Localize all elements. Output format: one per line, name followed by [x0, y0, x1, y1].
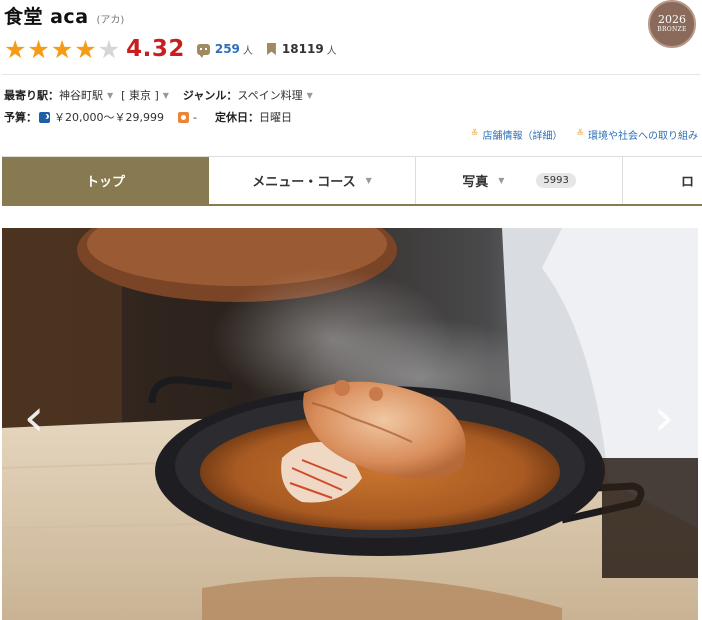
main-photo[interactable]: ‹ ›	[2, 228, 698, 620]
comment-icon	[196, 43, 210, 58]
divider	[2, 74, 700, 75]
star-icon: ★	[50, 34, 74, 64]
chevron-down-icon[interactable]: ▼	[107, 91, 113, 100]
bookmark-count-link[interactable]: 18119 人	[266, 42, 337, 57]
genre-link[interactable]: スペイン料理	[237, 87, 302, 103]
sun-icon	[177, 111, 189, 123]
info-row-access: 最寄り駅： 神谷町駅 ▼ [ 東京 ] ▼ ジャンル： スペイン料理 ▼	[4, 86, 319, 104]
station-label: 最寄り駅：	[4, 89, 59, 102]
star-empty-icon: ★	[97, 34, 121, 64]
tab-menu-course[interactable]: メニュー・コース ▼	[209, 157, 416, 204]
station-link[interactable]: 神谷町駅	[59, 87, 103, 103]
award-rank: BRONZE	[657, 26, 687, 33]
budget-lunch: -	[192, 110, 197, 124]
review-unit: 人	[242, 45, 253, 57]
chevron-down-icon: ▼	[365, 176, 372, 185]
tab-top[interactable]: トップ	[2, 157, 209, 204]
area-link[interactable]: [ 東京 ]	[121, 87, 159, 103]
photo-count-badge: 5993	[536, 173, 576, 188]
chevron-down-icon[interactable]: ▼	[307, 91, 313, 100]
star-rating: ★ ★ ★ ★ ★	[4, 37, 120, 62]
review-count: 259	[214, 42, 240, 56]
tab-photos[interactable]: 写真 ▼ 5993	[416, 157, 623, 204]
bookmark-unit: 人	[326, 45, 337, 57]
chevron-right-icon[interactable]: ›	[644, 388, 684, 448]
budget-dinner: ￥20,000～￥29,999	[54, 111, 164, 124]
restaurant-kana: (アカ)	[96, 15, 125, 26]
paella-photo	[2, 228, 698, 620]
budget-label: 予算：	[4, 111, 37, 124]
star-icon: ★	[4, 34, 27, 64]
review-count-link[interactable]: 259 人	[196, 42, 253, 58]
tab-photos-label: 写真	[462, 175, 489, 190]
double-chevron-down-icon: ≚	[470, 129, 479, 139]
bookmark-icon	[266, 43, 276, 55]
award-year: 2026	[658, 13, 686, 26]
holiday-value: 日曜日	[258, 111, 292, 124]
holiday-label: 定休日：	[214, 111, 259, 124]
star-icon: ★	[74, 34, 97, 64]
title-row: 食堂 aca (アカ)	[4, 2, 124, 28]
bookmark-count: 18119	[281, 42, 324, 56]
tab-top-label: トップ	[85, 175, 125, 190]
genre-label: ジャンル：	[182, 89, 238, 102]
chevron-down-icon[interactable]: ▼	[163, 91, 169, 100]
tab-reviews-label: ロ	[681, 175, 695, 190]
star-icon: ★	[27, 34, 50, 64]
restaurant-name: 食堂 aca	[4, 6, 89, 28]
tab-reviews[interactable]: ロ	[623, 157, 702, 204]
double-chevron-down-icon: ≚	[576, 129, 584, 139]
sustainability-label: 環境や社会への取り組み	[588, 130, 698, 142]
store-details-label: 店舗情報（詳細）	[482, 130, 563, 142]
info-links: ≚ 店舗情報（詳細） ≚ 環境や社会への取り組み	[471, 126, 698, 142]
tab-menu-course-label: メニュー・コース	[252, 175, 356, 190]
chevron-left-icon[interactable]: ‹	[14, 388, 54, 448]
sustainability-link[interactable]: ≚ 環境や社会への取り組み	[576, 126, 698, 142]
tab-bar: トップ メニュー・コース ▼ 写真 ▼ 5993 ロ	[2, 156, 702, 206]
award-badge[interactable]: 2026 BRONZE	[648, 0, 696, 48]
rating-score: 4.32	[126, 36, 185, 62]
rating-row: ★ ★ ★ ★ ★ 4.32 259 人 18119 人	[4, 34, 337, 64]
moon-icon	[39, 111, 50, 123]
store-details-link[interactable]: ≚ 店舗情報（詳細）	[471, 126, 563, 142]
chevron-down-icon: ▼	[498, 176, 505, 185]
info-row-budget: 予算： ￥20,000～￥29,999 - 定休日： 日曜日	[4, 108, 292, 126]
